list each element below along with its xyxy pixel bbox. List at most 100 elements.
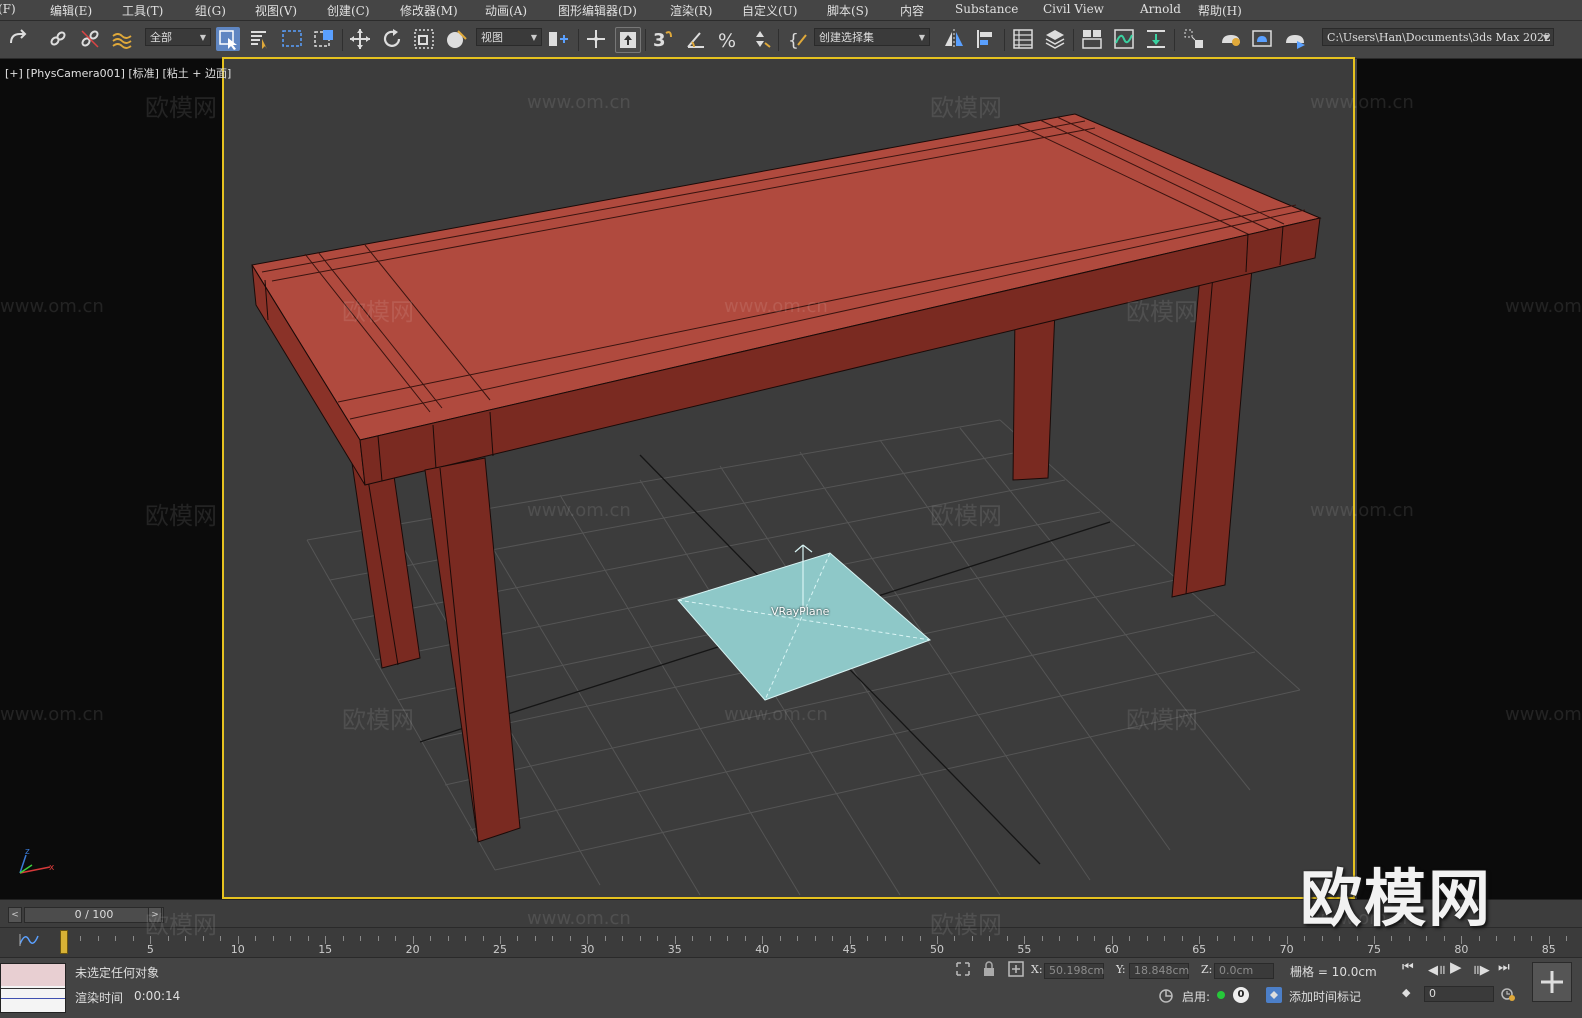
selection-lock-icon[interactable] — [982, 961, 996, 977]
adaptive-degradation-icon[interactable] — [1158, 988, 1174, 1004]
placement-icon[interactable] — [444, 27, 468, 51]
frame-tick — [657, 936, 659, 941]
menu-substance[interactable]: Substance — [955, 2, 1018, 16]
align-icon[interactable] — [974, 27, 998, 51]
frame-tick — [604, 936, 606, 941]
select-manipulate-icon[interactable] — [584, 27, 608, 51]
menu-tools[interactable]: 工具(T) — [122, 2, 163, 19]
vray-plane-light[interactable] — [677, 544, 931, 701]
viewport-label[interactable]: [+] [PhysCamera001] [标准] [粘土 + 边面] — [5, 65, 231, 81]
frame-tick — [1496, 936, 1498, 941]
frame-tick — [1059, 936, 1061, 941]
frame-tick-label: 35 — [667, 943, 682, 956]
next-key-icon[interactable]: ॥▶ — [1472, 960, 1490, 978]
selection-filter-dropdown[interactable]: 全部 ▼ — [145, 28, 211, 46]
material-editor-icon[interactable] — [1182, 27, 1206, 51]
frame-tick — [1146, 936, 1148, 941]
play-icon[interactable]: ▶ — [1450, 958, 1462, 976]
key-mode-toggle-icon[interactable]: ◆ — [1402, 986, 1410, 999]
enable-count-badge[interactable]: 0 — [1233, 987, 1249, 1003]
time-configuration-icon[interactable] — [1500, 986, 1516, 1002]
snaps-toggle-icon[interactable]: 3 — [651, 27, 675, 51]
x-coordinate-field[interactable]: 50.198cm — [1044, 963, 1104, 979]
window-crossing-icon[interactable] — [312, 27, 336, 51]
previous-frame-button[interactable]: < — [8, 907, 22, 923]
menu-file[interactable]: (F) — [0, 2, 16, 16]
curve-editor-icon[interactable] — [1112, 27, 1136, 51]
menu-help[interactable]: 帮助(H) — [1198, 2, 1242, 19]
maxscript-mini-listener[interactable] — [0, 963, 66, 1013]
mirror-icon[interactable] — [942, 27, 966, 51]
schematic-view-icon[interactable] — [1144, 27, 1168, 51]
spinner-snap-icon[interactable] — [748, 27, 772, 51]
y-coordinate-field[interactable]: 18.848cm — [1129, 963, 1189, 979]
move-icon[interactable] — [348, 27, 372, 51]
curve-editor-mini-icon[interactable] — [18, 932, 40, 948]
edit-named-selection-icon[interactable]: { — [786, 27, 810, 51]
z-coordinate-field[interactable]: 0.0cm — [1214, 963, 1274, 979]
next-frame-button[interactable]: > — [148, 907, 162, 923]
rotate-icon[interactable] — [380, 27, 404, 51]
layer-explorer-icon[interactable] — [1043, 27, 1067, 51]
time-marker[interactable] — [60, 930, 68, 954]
menu-graph-editors[interactable]: 图形编辑器(D) — [558, 2, 637, 19]
menu-civil-view[interactable]: Civil View — [1043, 2, 1104, 16]
unlink-selection-icon[interactable] — [78, 27, 102, 51]
viewport-safe-frame-right — [1357, 59, 1582, 899]
menu-group[interactable]: 组(G) — [195, 2, 226, 19]
go-to-start-icon[interactable]: ⏮ — [1402, 960, 1414, 975]
menu-content[interactable]: 内容 — [900, 2, 924, 19]
select-and-link-icon[interactable] — [46, 27, 70, 51]
bind-space-warp-icon[interactable] — [110, 27, 134, 51]
redo-icon[interactable] — [6, 27, 30, 51]
toggle-ribbon-icon[interactable] — [1080, 27, 1104, 51]
scene-canvas[interactable] — [222, 57, 1355, 899]
rectangular-selection-icon[interactable] — [280, 27, 304, 51]
table-leg-back-center[interactable] — [1012, 309, 1056, 481]
frame-tick — [692, 936, 694, 941]
toolbar-divider — [1073, 29, 1074, 51]
project-path-dropdown[interactable]: C:\Users\Han\Documents\3ds Max 2022 ▼ — [1322, 28, 1554, 46]
menu-create[interactable]: 创建(C) — [327, 2, 370, 19]
menu-customize[interactable]: 自定义(U) — [742, 2, 797, 19]
time-slider[interactable]: 0 / 100 — [24, 907, 164, 923]
render-setup-icon[interactable] — [1219, 27, 1243, 51]
menu-animation[interactable]: 动画(A) — [485, 2, 527, 19]
table-leg-back-right[interactable] — [1171, 267, 1253, 598]
perspective-viewport[interactable]: VRayPlane — [222, 57, 1355, 899]
absolute-mode-transform-icon[interactable] — [1008, 961, 1024, 977]
frame-tick-label: 65 — [1192, 943, 1207, 956]
named-selection-dropdown[interactable]: 创建选择集 ▼ — [814, 28, 930, 46]
frame-tick — [1269, 936, 1271, 941]
frame-tick — [360, 936, 362, 941]
keyboard-shortcut-override-icon[interactable] — [615, 27, 641, 53]
menu-edit[interactable]: 编辑(E) — [50, 2, 92, 19]
render-production-icon[interactable] — [1283, 27, 1307, 51]
current-frame-field[interactable]: 0 — [1424, 986, 1494, 1002]
menu-scripting[interactable]: 脚本(S) — [827, 2, 869, 19]
rendered-frame-window-icon[interactable] — [1250, 27, 1274, 51]
scale-icon[interactable] — [412, 27, 436, 51]
menu-views[interactable]: 视图(V) — [255, 2, 297, 19]
menu-modifiers[interactable]: 修改器(M) — [400, 2, 458, 19]
frame-tick — [1006, 936, 1008, 941]
go-to-end-icon[interactable]: ⏭ — [1498, 960, 1510, 975]
reference-coordinate-dropdown[interactable]: 视图 ▼ — [476, 28, 542, 46]
svg-text:x: x — [49, 863, 55, 873]
isolate-selection-icon[interactable] — [955, 961, 971, 977]
angle-snap-icon[interactable] — [684, 27, 708, 51]
select-object-icon[interactable] — [216, 27, 240, 51]
percent-snap-icon[interactable]: % — [716, 27, 740, 52]
select-by-name-icon[interactable] — [248, 27, 272, 51]
enable-label: 启用: — [1182, 990, 1211, 1004]
pivot-center-icon[interactable] — [546, 27, 570, 51]
menu-rendering[interactable]: 渲染(R) — [670, 2, 712, 19]
add-time-tag-label[interactable]: 添加时间标记 — [1289, 988, 1361, 1005]
toolbar-divider — [1174, 29, 1175, 51]
add-viewport-button[interactable] — [1532, 962, 1572, 1002]
menu-arnold[interactable]: Arnold — [1140, 2, 1181, 16]
time-tag-icon[interactable] — [1265, 986, 1283, 1004]
scene-explorer-icon[interactable] — [1011, 27, 1035, 51]
frame-tick — [1181, 936, 1183, 941]
previous-key-icon[interactable]: ◀॥ — [1428, 960, 1446, 978]
